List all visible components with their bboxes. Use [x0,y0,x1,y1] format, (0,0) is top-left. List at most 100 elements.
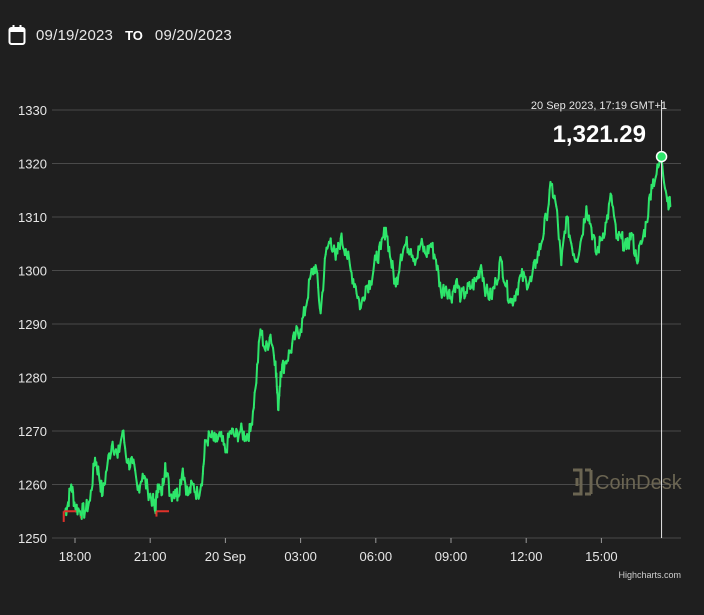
series-segment [558,239,562,253]
series-segment [255,363,259,384]
x-tick-label: 20 Sep [205,549,246,564]
series-segment [643,220,647,238]
series-segment [300,317,304,334]
series-segment [280,363,284,378]
series-segment [587,214,591,225]
series-segment [514,290,518,302]
series-segment [122,429,126,444]
x-tick-label: 21:00 [134,549,167,564]
series-segment [91,462,95,486]
tooltip-date: 20 Sep 2023, 17:19 GMT+1 [531,100,667,112]
series-segment [348,256,351,266]
series-segment [104,471,107,485]
series-segment [566,216,570,238]
y-tick-label: 1300 [18,264,47,279]
series-segment [307,278,310,299]
series-segment [201,472,204,487]
series-segment [531,268,534,278]
series-segment [354,285,358,295]
series-segment [340,232,344,246]
series-segment [316,272,320,289]
series-segment [251,410,254,426]
series-segment [261,329,264,347]
series-segment [167,477,171,497]
series-segment [323,257,326,277]
series-segment [482,277,486,289]
series-segment [290,342,294,354]
series-segment [454,280,458,294]
series-segment [396,273,400,286]
x-tick-label: 18:00 [59,549,92,564]
y-tick-label: 1260 [18,478,47,493]
series-segment [256,340,260,364]
x-tick-label: 15:00 [585,549,618,564]
series-segment [272,346,275,357]
y-axis: 1250 1260 1270 1280 1290 1300 1310 1320 1330 [18,103,47,546]
watermark-text: CoinDesk [595,472,683,494]
y-tick-label: 1330 [18,103,47,118]
series-segment [329,237,333,251]
series-segment [486,290,490,300]
coindesk-logo-icon [573,468,593,496]
series-segment [363,285,367,300]
series-segment [303,306,307,317]
series-segment [661,165,665,178]
series-segment [551,183,554,199]
series-segment [497,261,501,280]
series-segment [505,279,509,302]
series-segment [610,194,614,207]
series-segment [105,462,109,472]
y-tick-label: 1250 [18,531,47,546]
series-segment [319,301,323,315]
series-segment [372,263,376,273]
highcharts-credit[interactable]: Highcharts.com [618,570,681,580]
series-segment [317,286,320,302]
tooltip-value: 1,321.29 [553,121,646,148]
series-segment [195,485,199,497]
series-segment [388,245,391,258]
series-segment [637,244,640,262]
series-segment [546,208,549,222]
series-segment [516,281,520,296]
series-segment [478,267,482,279]
series-segment [556,223,560,241]
series-segment [490,287,494,301]
series-segment [585,205,589,217]
series-segment [607,203,610,220]
series-segment [500,260,504,279]
series-segment [391,260,395,273]
series-segment [97,465,100,475]
y-tick-label: 1280 [18,371,47,386]
series-segment [612,206,615,217]
x-tick-label: 03:00 [284,549,317,564]
series-segment [547,188,551,206]
series-segment [221,434,225,446]
x-axis: 18:00 21:00 20 Sep 03:00 06:00 09:00 12:00 15:0… [59,538,618,564]
series-segment [320,291,324,304]
y-tick-label: 1290 [18,317,47,332]
coindesk-watermark: CoinDesk [573,468,683,496]
series-segment [282,361,286,375]
series-segment [267,336,271,347]
series-segment [489,287,493,299]
series-segment [634,249,638,261]
series-segment [291,335,295,345]
series-segment [556,209,559,226]
highlight-marker[interactable] [655,150,668,163]
series-segment [668,195,672,208]
series-segment [138,483,142,494]
series-segment [180,473,183,486]
series-segment [109,445,113,455]
series-segment [375,250,379,263]
series-segment [578,241,582,251]
y-tick-label: 1310 [18,210,47,225]
series-segment [89,489,92,502]
price-chart[interactable]: 1250 1260 1270 1280 1290 1300 1310 1320 1330 18:… [0,0,704,615]
series-segment [436,264,440,274]
x-tick-label: 06:00 [360,549,393,564]
series-segment [377,245,381,264]
series-segment [370,276,374,286]
y-tick-label: 1320 [18,157,47,172]
series-segment [145,478,149,491]
series-segment [439,281,442,293]
